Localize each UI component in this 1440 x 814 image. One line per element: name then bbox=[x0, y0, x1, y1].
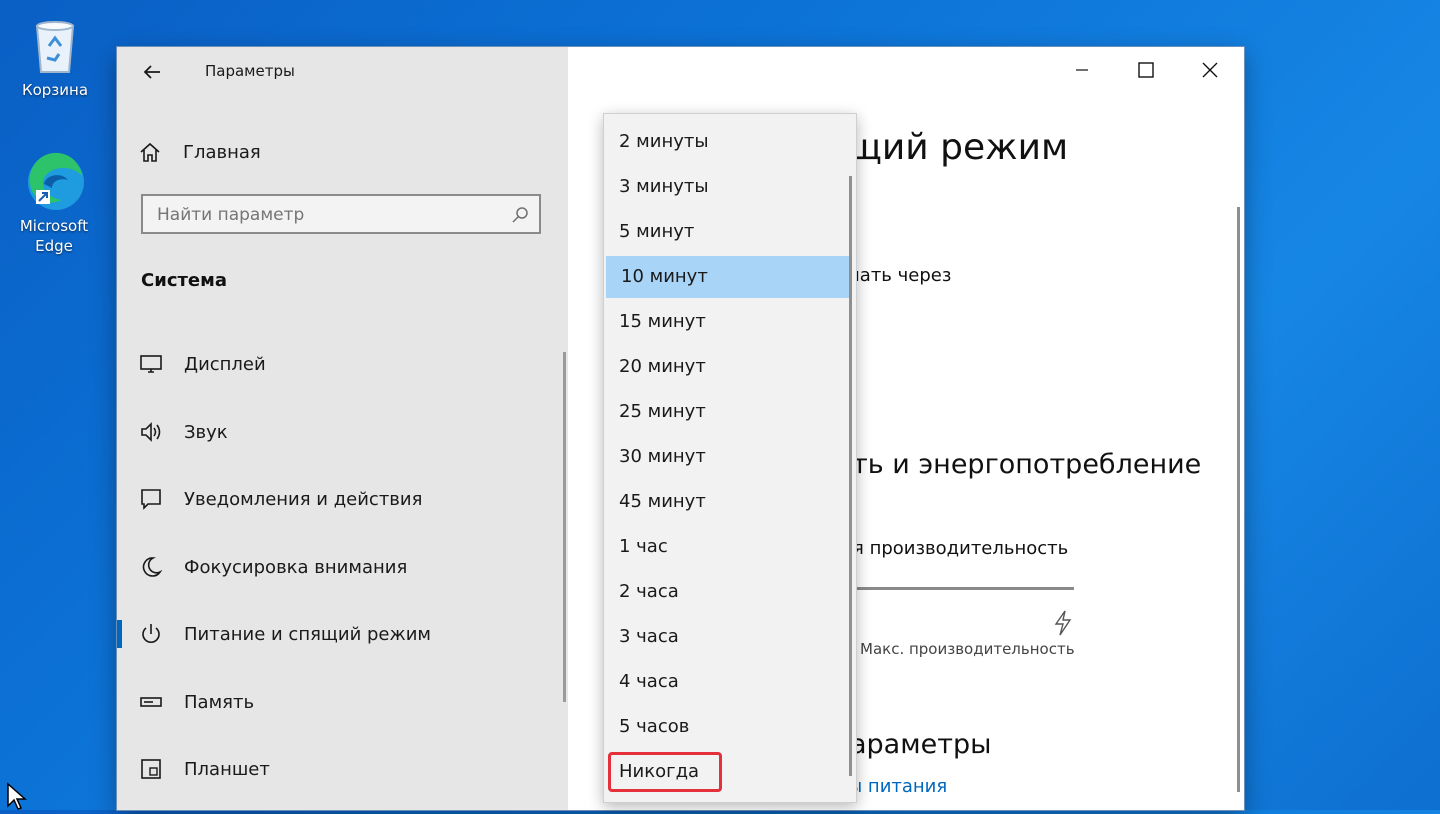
dropdown-option[interactable]: 5 минут bbox=[604, 211, 848, 253]
search-icon bbox=[511, 206, 529, 228]
dropdown-option-selected[interactable]: 10 минут bbox=[606, 256, 850, 298]
display-icon bbox=[140, 355, 162, 373]
moon-icon bbox=[142, 557, 163, 577]
power-mode-slider[interactable] bbox=[848, 587, 1074, 590]
sidebar-item-focus[interactable]: Фокусировка внимания bbox=[117, 545, 568, 589]
slider-right-label: е Макс. производительность bbox=[846, 640, 1075, 658]
dropdown-option[interactable]: 4 часа bbox=[604, 661, 848, 703]
sidebar-item-label: Питание и спящий режим bbox=[184, 623, 431, 645]
section-heading-power: ть и энергопотребление bbox=[852, 449, 1202, 480]
minimize-icon bbox=[1076, 69, 1088, 71]
home-label: Главная bbox=[183, 141, 261, 163]
bolt-icon bbox=[1053, 610, 1073, 640]
dropdown-option[interactable]: 2 минуты bbox=[604, 121, 848, 163]
sleep-time-dropdown-list[interactable]: 2 минуты 3 минуты 5 минут 10 минут 15 ми… bbox=[603, 113, 857, 803]
content-scrollbar[interactable] bbox=[1237, 207, 1240, 792]
sidebar-item-notifications[interactable]: Уведомления и действия bbox=[117, 477, 568, 521]
section-title: Система bbox=[141, 270, 227, 291]
power-settings-link[interactable]: ы питания bbox=[848, 776, 947, 797]
maximize-icon bbox=[1138, 62, 1154, 78]
notification-icon bbox=[141, 489, 161, 510]
sidebar-item-label: Звук bbox=[184, 421, 228, 443]
sidebar-item-label: Уведомления и действия bbox=[184, 488, 423, 510]
close-icon bbox=[1202, 62, 1218, 78]
sidebar-scrollbar[interactable] bbox=[563, 352, 566, 702]
mouse-cursor-icon bbox=[6, 782, 28, 814]
search-input[interactable] bbox=[155, 202, 499, 228]
section-heading-related: араметры bbox=[850, 729, 992, 760]
titlebar: Параметры bbox=[117, 47, 568, 95]
edge-icon bbox=[22, 148, 86, 212]
edge-label: Microsoft Edge bbox=[19, 217, 89, 255]
dropdown-option[interactable]: 45 минут bbox=[604, 481, 848, 523]
sidebar-item-label: Память bbox=[184, 691, 255, 713]
dropdown-option[interactable]: 30 минут bbox=[604, 436, 848, 478]
home-link[interactable]: Главная bbox=[139, 137, 261, 167]
sidebar-item-power[interactable]: Питание и спящий режим bbox=[117, 612, 568, 656]
dropdown-option[interactable]: 3 часа bbox=[604, 616, 848, 658]
dropdown-option[interactable]: 25 минут bbox=[604, 391, 848, 433]
speaker-icon bbox=[141, 422, 161, 442]
tablet-icon bbox=[141, 759, 161, 779]
power-mode-label: ая производительность bbox=[842, 538, 1069, 559]
storage-icon bbox=[140, 697, 162, 707]
home-icon bbox=[140, 142, 160, 162]
edge-shortcut[interactable]: Microsoft Edge bbox=[4, 148, 104, 256]
back-arrow-icon bbox=[143, 65, 160, 79]
recycle-bin-label: Корзина bbox=[21, 81, 89, 99]
sidebar-item-label: Фокусировка внимания bbox=[184, 556, 408, 578]
minimize-button[interactable] bbox=[1050, 47, 1114, 93]
power-icon bbox=[142, 624, 160, 643]
app-title: Параметры bbox=[205, 62, 295, 80]
dropdown-option[interactable]: 1 час bbox=[604, 526, 848, 568]
dropdown-option[interactable]: 20 минут bbox=[604, 346, 848, 388]
maximize-button[interactable] bbox=[1114, 47, 1178, 93]
sidebar-item-tablet[interactable]: Планшет bbox=[117, 747, 568, 791]
dropdown-option[interactable]: 5 часов bbox=[604, 706, 848, 748]
back-button[interactable] bbox=[137, 57, 167, 87]
recycle-bin-icon bbox=[23, 12, 87, 76]
sidebar-item-storage[interactable]: Память bbox=[117, 680, 568, 724]
page-title: щий режим bbox=[848, 127, 1069, 168]
search-box[interactable] bbox=[141, 194, 541, 234]
sidebar-item-label: Дисплей bbox=[184, 353, 266, 375]
dropdown-option[interactable]: 3 минуты bbox=[604, 166, 848, 208]
sidebar-item-display[interactable]: Дисплей bbox=[117, 342, 568, 386]
sidebar: Параметры Главная Система Дисплей Звук У… bbox=[117, 47, 568, 810]
sidebar-item-sound[interactable]: Звук bbox=[117, 410, 568, 454]
recycle-bin-shortcut[interactable]: Корзина bbox=[5, 12, 105, 100]
dropdown-option[interactable]: 2 часа bbox=[604, 571, 848, 613]
close-button[interactable] bbox=[1178, 47, 1242, 93]
dropdown-option[interactable]: 15 минут bbox=[604, 301, 848, 343]
highlight-box bbox=[608, 752, 722, 792]
sidebar-item-label: Планшет bbox=[184, 758, 270, 780]
dropdown-scrollbar[interactable] bbox=[849, 176, 852, 776]
